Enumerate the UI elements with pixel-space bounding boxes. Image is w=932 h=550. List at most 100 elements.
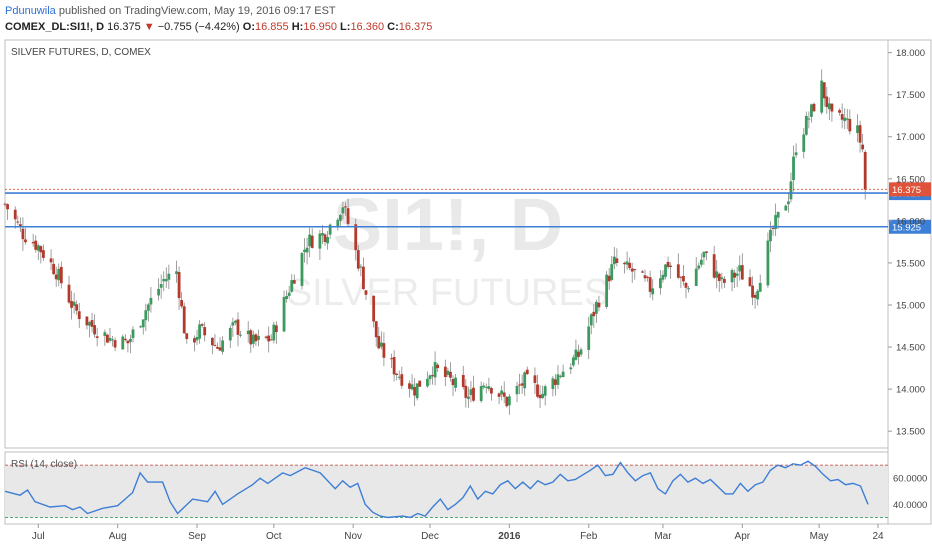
- candle-down: [554, 379, 557, 385]
- candle-down: [6, 204, 9, 210]
- candle-down: [3, 203, 7, 205]
- candle-down: [106, 334, 109, 343]
- candle-down: [449, 371, 452, 378]
- candle-down: [520, 383, 524, 386]
- candle-up: [802, 134, 806, 152]
- price-tick-label: 14.500: [896, 343, 925, 354]
- candle-down: [451, 379, 455, 386]
- candle-down: [825, 96, 829, 108]
- candle-up: [792, 156, 795, 181]
- candle-up: [784, 205, 788, 211]
- candle-up: [699, 259, 703, 265]
- time-tick-label: Aug: [109, 531, 127, 542]
- candle-up: [769, 229, 772, 242]
- candle-down: [753, 294, 757, 298]
- candle-down: [679, 276, 683, 278]
- candle-down: [54, 274, 58, 280]
- candle-down: [310, 235, 314, 248]
- candle-up: [556, 374, 560, 385]
- candle-down: [193, 338, 196, 343]
- candle-up: [175, 271, 178, 275]
- candle-down: [712, 254, 716, 278]
- candle-up: [605, 274, 609, 307]
- candle-up: [359, 266, 363, 268]
- candle-up: [789, 181, 793, 200]
- candle-down: [464, 385, 468, 398]
- candle-down: [346, 208, 350, 224]
- candle-down: [628, 262, 632, 268]
- candle-up: [195, 336, 199, 341]
- candle-up: [569, 367, 573, 370]
- candle-down: [218, 347, 222, 351]
- price-tick-label: 16.000: [896, 216, 925, 227]
- rsi-tick-label: 40.0000: [893, 500, 927, 511]
- candle-down: [49, 258, 53, 263]
- candle-down: [472, 387, 475, 401]
- candle-down: [705, 251, 708, 253]
- candle-up: [694, 268, 698, 286]
- candle-up: [321, 233, 324, 236]
- candle-down: [682, 276, 685, 282]
- candle-up: [697, 265, 701, 269]
- candle-up: [515, 385, 519, 395]
- chart-canvas[interactable]: SI1!, DSILVER FUTURES 16.32515.92516.375…: [0, 0, 932, 550]
- candle-down: [377, 336, 381, 349]
- candle-down: [374, 321, 378, 338]
- candle-down: [269, 339, 273, 341]
- candle-down: [382, 343, 386, 358]
- candle-down: [113, 340, 117, 348]
- candle-up: [541, 393, 545, 398]
- candle-up: [687, 288, 690, 290]
- candle-up: [730, 270, 734, 283]
- candle-down: [822, 82, 826, 99]
- candle-down: [213, 344, 217, 346]
- candle-down: [751, 285, 754, 298]
- time-tick-label: Sep: [188, 531, 206, 542]
- time-tick-label: Jul: [32, 531, 45, 542]
- candle-up: [738, 265, 742, 272]
- candle-down: [177, 272, 181, 299]
- time-tick-label: May: [810, 531, 829, 542]
- candle-down: [648, 277, 652, 292]
- candle-down: [418, 380, 422, 387]
- candle-up: [36, 245, 40, 251]
- rsi-band-fill: [5, 465, 888, 518]
- candle-down: [413, 387, 417, 396]
- candle-up: [469, 389, 473, 396]
- candle-up: [139, 326, 143, 328]
- candle-down: [525, 369, 529, 375]
- candle-up: [397, 376, 401, 378]
- candle-up: [149, 297, 153, 305]
- candle-up: [428, 375, 432, 380]
- time-tick-label: Mar: [654, 531, 672, 542]
- candle-down: [838, 110, 841, 113]
- candle-up: [651, 288, 655, 295]
- candle-down: [372, 295, 376, 322]
- candle-down: [95, 336, 99, 338]
- candle-down: [123, 338, 127, 341]
- candle-down: [615, 258, 619, 263]
- candle-up: [589, 314, 593, 326]
- candle-down: [722, 278, 726, 283]
- candle-up: [612, 256, 616, 265]
- price-tick-label: 14.000: [896, 385, 925, 396]
- candle-down: [733, 272, 737, 278]
- candle-down: [607, 275, 611, 282]
- candle-down: [75, 304, 79, 311]
- candle-up: [228, 327, 232, 341]
- candle-up: [239, 334, 242, 336]
- candle-up: [661, 274, 665, 280]
- candle-up: [144, 310, 148, 321]
- candle-up: [159, 284, 163, 288]
- candle-down: [597, 302, 601, 308]
- candle-down: [858, 125, 862, 143]
- time-tick-label: Oct: [266, 531, 282, 542]
- candle-up: [410, 384, 414, 390]
- candle-down: [518, 384, 521, 386]
- candle-down: [676, 264, 680, 278]
- price-tick-label: 17.500: [896, 90, 925, 101]
- price-tick-label: 15.500: [896, 258, 925, 269]
- candle-down: [249, 330, 253, 345]
- candle-up: [758, 282, 762, 292]
- candle-up: [845, 118, 849, 120]
